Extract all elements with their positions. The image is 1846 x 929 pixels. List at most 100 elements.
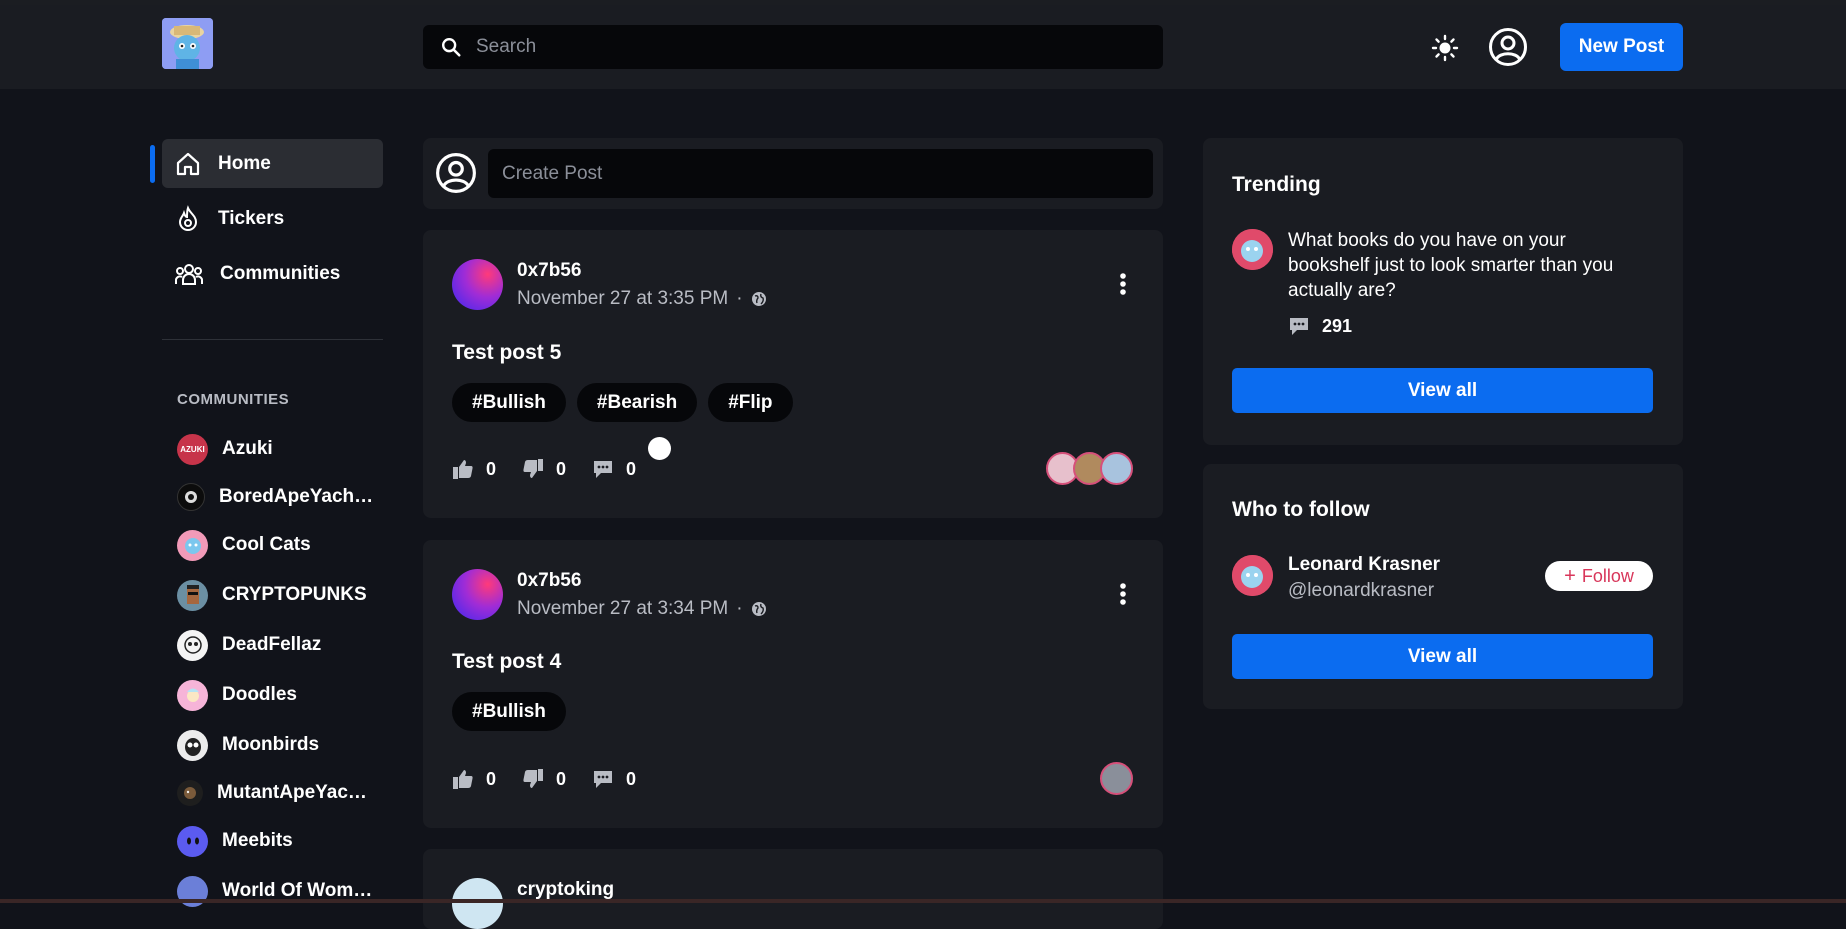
bottom-strip xyxy=(0,899,1846,903)
meta-separator: · xyxy=(736,598,743,619)
dislike-button[interactable]: 0 xyxy=(522,458,566,480)
reactor-avatars[interactable] xyxy=(1100,762,1133,795)
user-profile-icon[interactable] xyxy=(1488,27,1528,72)
nav-item-tickers[interactable]: Tickers xyxy=(162,194,383,243)
community-label: MutantApeYacht… xyxy=(217,782,377,803)
community-avatar xyxy=(177,825,208,857)
nav-item-label: Tickers xyxy=(218,207,285,229)
community-label: Meebits xyxy=(222,830,293,851)
nav-item-label: Communities xyxy=(220,262,341,284)
reactor-avatar xyxy=(1100,452,1133,485)
community-item-azuki[interactable]: AZUKI Azuki xyxy=(177,433,377,465)
trending-avatar[interactable] xyxy=(1232,229,1273,270)
tag-chip[interactable]: #Bullish xyxy=(452,383,566,422)
community-item-doodles[interactable]: Doodles xyxy=(177,679,377,711)
post-author[interactable]: 0x7b56 xyxy=(517,570,581,592)
community-avatar xyxy=(177,529,208,561)
community-label: Azuki xyxy=(222,438,273,459)
search-bar[interactable] xyxy=(423,25,1163,69)
comment-count: 0 xyxy=(626,768,637,789)
author-avatar[interactable] xyxy=(452,259,503,310)
trending-comment-count: 291 xyxy=(1322,315,1353,336)
follow-view-all-button[interactable]: View all xyxy=(1232,634,1653,679)
meta-separator: · xyxy=(736,288,743,309)
tag-chip[interactable]: #Bearish xyxy=(576,383,698,422)
trending-view-all-button[interactable]: View all xyxy=(1232,368,1653,413)
tag-chip[interactable]: #Bullish xyxy=(452,692,566,731)
suggested-user-name[interactable]: Leonard Krasner xyxy=(1288,554,1440,576)
globe-icon xyxy=(751,602,766,616)
like-count: 0 xyxy=(486,458,497,479)
header: New Post xyxy=(0,5,1846,89)
dislike-count: 0 xyxy=(556,768,567,789)
tag-chip[interactable]: #Flip xyxy=(708,383,793,422)
thumbs-up-icon xyxy=(453,460,473,479)
community-avatar xyxy=(177,483,205,511)
trending-comments: 291 xyxy=(1288,315,1352,337)
thumbs-up-icon xyxy=(453,770,473,789)
community-item-deadfellaz[interactable]: DeadFellaz xyxy=(177,629,377,661)
suggested-user-avatar[interactable] xyxy=(1232,555,1273,596)
dislike-button[interactable]: 0 xyxy=(522,768,566,790)
post-time: November 27 at 3:34 PM xyxy=(517,598,729,619)
comment-icon xyxy=(1290,318,1308,335)
community-item-moonbirds[interactable]: Moonbirds xyxy=(177,729,377,761)
people-icon xyxy=(174,263,204,285)
community-item-meebits[interactable]: Meebits xyxy=(177,825,377,857)
who-to-follow-title: Who to follow xyxy=(1232,498,1370,521)
reactor-avatars[interactable] xyxy=(1046,452,1133,485)
author-avatar[interactable] xyxy=(452,878,503,929)
more-options-icon[interactable] xyxy=(1119,582,1127,611)
thumbs-down-icon xyxy=(523,459,544,478)
community-avatar xyxy=(177,679,208,711)
like-button[interactable]: 0 xyxy=(452,458,496,480)
post-actions: 0 0 0 xyxy=(452,458,662,480)
comment-button[interactable]: 0 xyxy=(592,458,636,480)
post-tags: #Bullish xyxy=(452,692,566,731)
author-avatar[interactable] xyxy=(452,569,503,620)
reactor-avatar xyxy=(1100,762,1133,795)
who-to-follow-card: Who to follow Leonard Krasner @leonardkr… xyxy=(1203,464,1683,709)
community-item-mutantapeyacht[interactable]: MutantApeYacht… xyxy=(177,778,377,808)
trending-item-text[interactable]: What books do you have on your bookshelf… xyxy=(1288,228,1628,303)
search-input[interactable] xyxy=(474,35,1118,59)
logo-avatar[interactable] xyxy=(162,18,213,69)
community-item-cryptopunks[interactable]: CRYPTOPUNKS xyxy=(177,579,377,611)
post-time: November 27 at 3:35 PM xyxy=(517,288,729,309)
user-avatar-icon xyxy=(435,152,477,199)
community-avatar xyxy=(177,579,208,611)
comment-icon xyxy=(594,771,613,788)
cursor-indicator xyxy=(648,437,671,460)
trending-card: Trending What books do you have on your … xyxy=(1203,138,1683,445)
post-title[interactable]: Test post 4 xyxy=(452,650,561,674)
community-item-boredapeyacht[interactable]: BoredApeYacht… xyxy=(177,482,377,512)
suggested-user-handle: @leonardkrasner xyxy=(1288,580,1435,601)
like-button[interactable]: 0 xyxy=(452,768,496,790)
community-label: DeadFellaz xyxy=(222,634,322,655)
nav-divider xyxy=(162,339,383,340)
more-options-icon[interactable] xyxy=(1119,272,1127,301)
communities-heading: COMMUNITIES xyxy=(177,391,290,408)
comment-button[interactable]: 0 xyxy=(592,768,636,790)
like-count: 0 xyxy=(486,768,497,789)
nav-item-home[interactable]: Home xyxy=(162,139,383,188)
post-card: 0x7b56 November 27 at 3:35 PM · Test pos… xyxy=(423,230,1163,518)
follow-label: Follow xyxy=(1581,565,1634,586)
post-card: cryptoking xyxy=(423,849,1163,929)
post-title[interactable]: Test post 5 xyxy=(452,341,561,365)
follow-button[interactable]: + Follow xyxy=(1545,561,1653,591)
post-author[interactable]: 0x7b56 xyxy=(517,260,581,282)
comment-icon xyxy=(594,461,613,478)
theme-toggle-sun-icon[interactable] xyxy=(1431,34,1459,67)
community-avatar xyxy=(177,780,203,806)
post-author[interactable]: cryptoking xyxy=(517,879,614,901)
comment-count: 0 xyxy=(626,458,637,479)
home-icon xyxy=(176,152,200,175)
community-label: Cool Cats xyxy=(222,534,311,555)
thumbs-down-icon xyxy=(523,769,544,788)
post-card: 0x7b56 November 27 at 3:34 PM · Test pos… xyxy=(423,540,1163,828)
nav-item-communities[interactable]: Communities xyxy=(162,249,383,298)
new-post-button[interactable]: New Post xyxy=(1560,23,1683,71)
community-item-cool-cats[interactable]: Cool Cats xyxy=(177,529,377,561)
create-post-input[interactable]: Create Post xyxy=(488,149,1153,198)
